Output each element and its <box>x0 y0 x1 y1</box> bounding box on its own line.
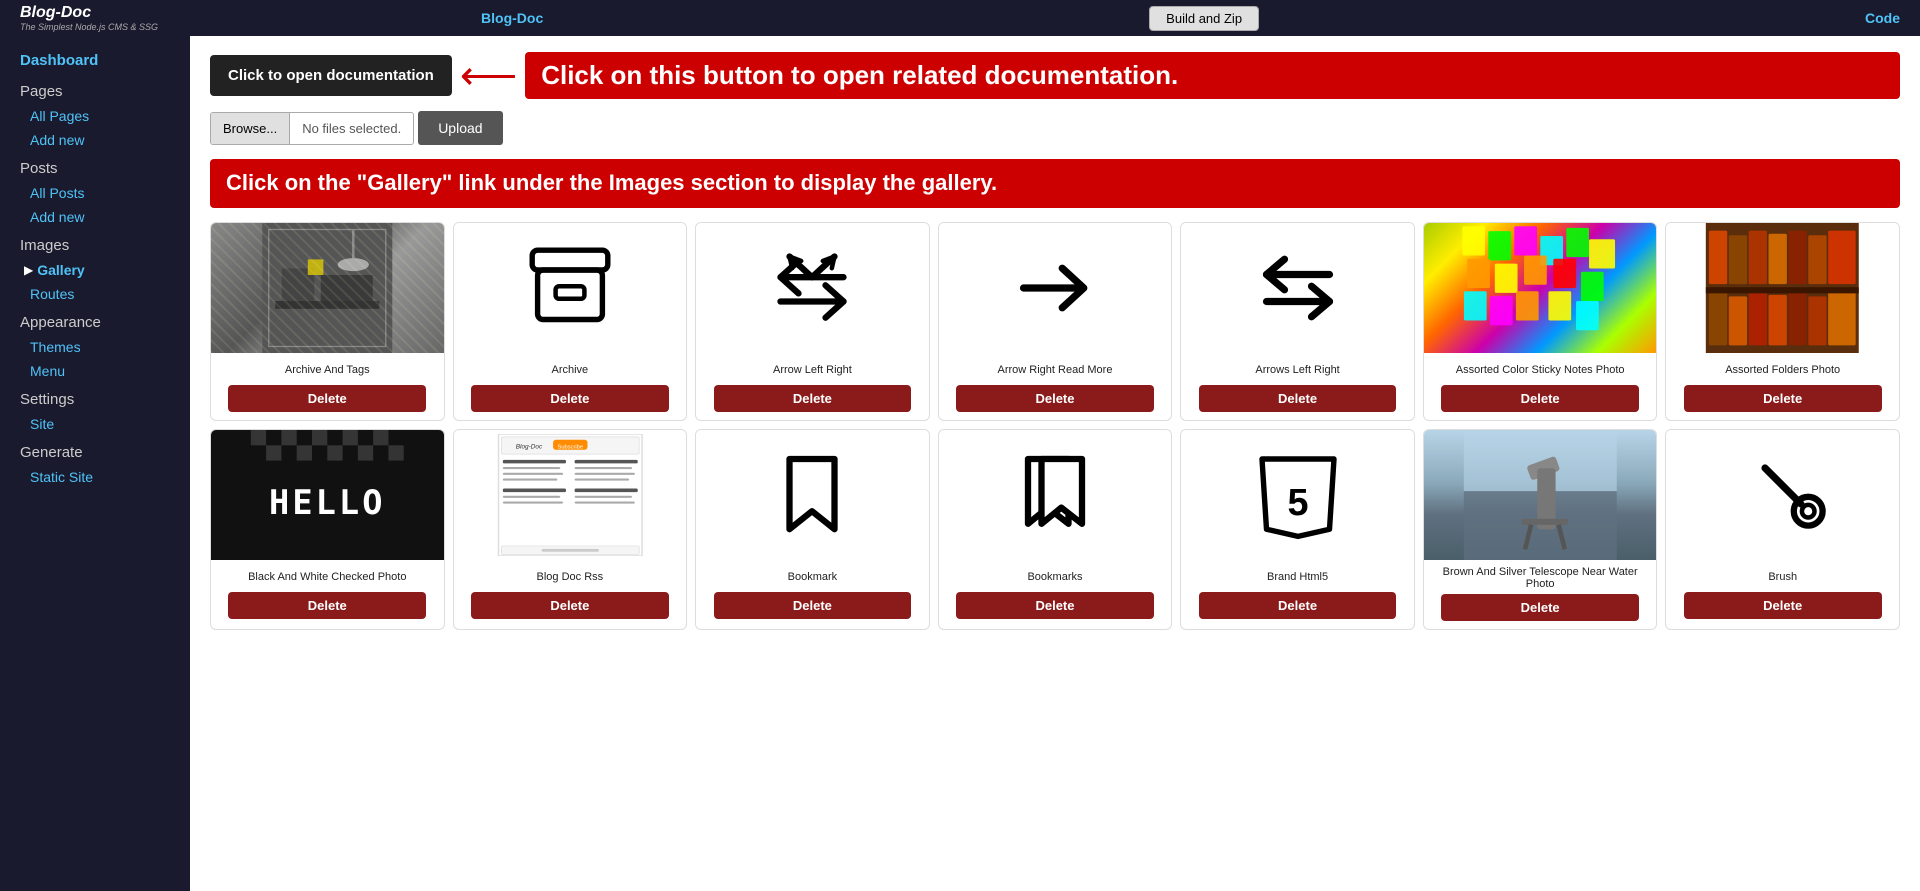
card-title-arrows-left-right: Arrows Left Right <box>1251 353 1343 385</box>
svg-text:5: 5 <box>1287 481 1308 523</box>
delete-btn-archive[interactable]: Delete <box>471 385 669 412</box>
sidebar-item-add-post[interactable]: Add new <box>0 205 190 229</box>
thumb-sticky-notes <box>1424 223 1657 353</box>
card-title-arrow-left-right: Arrow Left Right <box>769 353 856 385</box>
sidebar-item-add-page[interactable]: Add new <box>0 128 190 152</box>
sidebar: Dashboard Pages All Pages Add new Posts … <box>0 36 190 891</box>
upload-button[interactable]: Upload <box>418 111 502 145</box>
sidebar-section-generate: Generate <box>0 436 190 465</box>
sidebar-item-gallery[interactable]: Gallery <box>37 262 84 278</box>
card-title-html5: Brand Html5 <box>1263 560 1332 592</box>
image-card-sticky-notes: Assorted Color Sticky Notes Photo Delete <box>1423 222 1658 421</box>
card-title-telescope: Brown And Silver Telescope Near Water Ph… <box>1424 560 1657 594</box>
thumb-arrow-right-read-more <box>939 223 1172 353</box>
main-content: Click to open documentation ⟵ Click on t… <box>190 36 1920 891</box>
card-title-arrow-right-read-more: Arrow Right Read More <box>994 353 1117 385</box>
delete-btn-blog-doc-rss[interactable]: Delete <box>471 592 669 619</box>
thumb-arrow-left-right <box>696 223 929 353</box>
file-input-wrapper: Browse... No files selected. <box>210 112 414 145</box>
delete-btn-bookmarks[interactable]: Delete <box>956 592 1154 619</box>
svg-text:HELLO: HELLO <box>269 483 386 522</box>
image-card-arrow-left-right: Arrow Left Right Delete <box>695 222 930 421</box>
delete-btn-arrow-left-right[interactable]: Delete <box>714 385 912 412</box>
image-card-arrow-right-read-more: Arrow Right Read More Delete <box>938 222 1173 421</box>
delete-btn-archive-and-tags[interactable]: Delete <box>228 385 426 412</box>
delete-btn-sticky-notes[interactable]: Delete <box>1441 385 1639 412</box>
gallery-arrow-icon: ▶ <box>24 263 33 277</box>
image-card-archive: Archive Delete <box>453 222 688 421</box>
image-card-blog-doc-rss: Subscribe Blog-Doc <box>453 429 688 630</box>
delete-btn-arrow-right-read-more[interactable]: Delete <box>956 385 1154 412</box>
sidebar-section-appearance: Appearance <box>0 306 190 335</box>
upload-row: Browse... No files selected. Upload <box>210 111 1900 145</box>
sidebar-section-settings: Settings <box>0 383 190 412</box>
sidebar-item-all-posts[interactable]: All Posts <box>0 181 190 205</box>
thumb-arrows-left-right <box>1181 223 1414 353</box>
sidebar-section-posts: Posts <box>0 152 190 181</box>
delete-btn-folders[interactable]: Delete <box>1684 385 1882 412</box>
doc-description-banner: Click on this button to open related doc… <box>525 52 1900 99</box>
image-card-folders: Assorted Folders Photo Delete <box>1665 222 1900 421</box>
build-zip-button[interactable]: Build and Zip <box>1149 6 1259 31</box>
thumb-folders <box>1666 223 1899 353</box>
image-grid: Archive And Tags Delete Archive Delete <box>210 222 1900 630</box>
delete-btn-telescope[interactable]: Delete <box>1441 594 1639 621</box>
image-card-bookmarks: Bookmarks Delete <box>938 429 1173 630</box>
sidebar-item-static-site[interactable]: Static Site <box>0 465 190 489</box>
svg-text:Blog-Doc: Blog-Doc <box>515 443 542 450</box>
image-card-bookmark: Bookmark Delete <box>695 429 930 630</box>
sidebar-item-site[interactable]: Site <box>0 412 190 436</box>
sidebar-item-menu[interactable]: Menu <box>0 359 190 383</box>
image-card-telescope: Brown And Silver Telescope Near Water Ph… <box>1423 429 1658 630</box>
thumb-blog-doc-rss: Subscribe Blog-Doc <box>454 430 687 560</box>
sidebar-item-themes[interactable]: Themes <box>0 335 190 359</box>
blog-doc-nav-link[interactable]: Blog-Doc <box>481 10 543 26</box>
card-title-blog-doc-rss: Blog Doc Rss <box>533 560 608 592</box>
svg-text:Subscribe: Subscribe <box>557 444 583 450</box>
card-title-archive: Archive <box>548 353 593 385</box>
thumb-archive-and-tags <box>211 223 444 353</box>
image-card-brush: Brush Delete <box>1665 429 1900 630</box>
sidebar-section-pages: Pages <box>0 75 190 104</box>
doc-row: Click to open documentation ⟵ Click on t… <box>210 52 1900 99</box>
thumb-archive <box>454 223 687 353</box>
gallery-instruction-banner: Click on the "Gallery" link under the Im… <box>210 159 1900 208</box>
thumb-hello: HELLO <box>211 430 444 560</box>
thumb-brush <box>1666 430 1899 560</box>
delete-btn-brush[interactable]: Delete <box>1684 592 1882 619</box>
image-card-arrows-left-right: Arrows Left Right Delete <box>1180 222 1415 421</box>
image-card-archive-and-tags: Archive And Tags Delete <box>210 222 445 421</box>
sidebar-item-dashboard[interactable]: Dashboard <box>0 46 190 75</box>
card-title-bookmarks: Bookmarks <box>1023 560 1086 592</box>
card-title-sticky-notes: Assorted Color Sticky Notes Photo <box>1452 353 1629 385</box>
logo: Blog-Doc The Simplest Node.js CMS & SSG <box>20 4 158 32</box>
card-title-archive-and-tags: Archive And Tags <box>281 353 374 385</box>
image-card-hello: HELLO Black And White Checked Photo Dele… <box>210 429 445 630</box>
sidebar-item-routes[interactable]: Routes <box>0 282 190 306</box>
browse-button[interactable]: Browse... <box>211 113 290 144</box>
thumb-bookmark <box>696 430 929 560</box>
card-title-hello: Black And White Checked Photo <box>244 560 410 592</box>
delete-btn-arrows-left-right[interactable]: Delete <box>1199 385 1397 412</box>
file-label: No files selected. <box>290 113 413 144</box>
code-nav-link[interactable]: Code <box>1865 10 1900 26</box>
card-title-brush: Brush <box>1764 560 1801 592</box>
delete-btn-hello[interactable]: Delete <box>228 592 426 619</box>
red-arrow-icon: ⟵ <box>460 56 517 96</box>
sidebar-item-all-pages[interactable]: All Pages <box>0 104 190 128</box>
thumb-telescope <box>1424 430 1657 560</box>
sidebar-section-images: Images <box>0 229 190 258</box>
delete-btn-html5[interactable]: Delete <box>1199 592 1397 619</box>
thumb-bookmarks <box>939 430 1172 560</box>
sidebar-item-gallery-container: ▶ Gallery <box>0 258 190 282</box>
top-nav: Blog-Doc The Simplest Node.js CMS & SSG … <box>0 0 1920 36</box>
card-title-bookmark: Bookmark <box>784 560 842 592</box>
doc-button[interactable]: Click to open documentation <box>210 55 452 96</box>
card-title-folders: Assorted Folders Photo <box>1721 353 1844 385</box>
thumb-html5: 5 <box>1181 430 1414 560</box>
delete-btn-bookmark[interactable]: Delete <box>714 592 912 619</box>
image-card-html5: 5 Brand Html5 Delete <box>1180 429 1415 630</box>
